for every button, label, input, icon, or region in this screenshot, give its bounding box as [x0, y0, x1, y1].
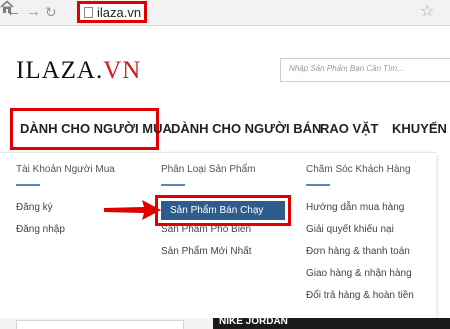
link-shopping-guide[interactable]: Hướng dẫn mua hàng — [306, 197, 414, 219]
nav-item-classifieds[interactable]: RAO VẶT — [320, 106, 379, 152]
column-title: Phân Loại Sản Phẩm — [161, 164, 256, 175]
link-login[interactable]: Đăng nhập — [16, 219, 115, 241]
link-returns-refunds[interactable]: Đổi trả hàng & hoàn tiền — [306, 285, 414, 307]
column-title-underline — [16, 184, 40, 186]
page-icon — [84, 7, 93, 18]
logo-text-main: ILAZA. — [16, 57, 104, 84]
main-nav: DÀNH CHO NGƯỜI MUA DÀNH CHO NGƯỜI BÁN RA… — [0, 106, 450, 152]
dropdown-column-customer-care: Chăm Sóc Khách Hàng Hướng dẫn mua hàng G… — [306, 163, 414, 307]
column-title-underline — [161, 184, 185, 186]
highlight-annotation-box: Sản Phẩm Bán Chạy — [155, 195, 291, 226]
column-title: Tài Khoản Người Mua — [16, 164, 115, 175]
mega-dropdown-menu: Tài Khoản Người Mua Đăng ký Đăng nhập Ph… — [0, 152, 436, 318]
dropdown-column-buyer-account: Tài Khoản Người Mua Đăng ký Đăng nhập — [16, 163, 115, 241]
star-icon[interactable]: ☆ — [420, 3, 434, 21]
link-complaints[interactable]: Giải quyết khiếu nại — [306, 219, 414, 241]
link-register[interactable]: Đăng ký — [16, 197, 115, 219]
promo-banner[interactable]: NIKE JORDAN — [213, 316, 450, 329]
search-input[interactable]: Nhập Sản Phẩm Bạn Cần Tìm... — [280, 58, 450, 82]
banner-text: NIKE JORDAN — [219, 316, 288, 327]
content-strip: NIKE JORDAN — [0, 316, 450, 329]
link-newest-products[interactable]: Sản Phẩm Mới Nhất — [161, 241, 256, 263]
link-best-selling[interactable]: Sản Phẩm Bán Chạy — [161, 201, 285, 220]
site-logo[interactable]: ILAZA.VN — [16, 56, 141, 86]
address-bar[interactable]: ilaza.vn — [77, 1, 147, 23]
address-bar-url: ilaza.vn — [97, 5, 142, 20]
reload-icon[interactable]: ↻ — [45, 3, 57, 21]
red-arrow-icon — [104, 200, 161, 220]
browser-toolbar: ← → ↻ ilaza.vn ☆ — [0, 0, 450, 26]
logo-text-accent: VN — [103, 57, 142, 84]
nav-item-buyers[interactable]: DÀNH CHO NGƯỜI MUA — [10, 108, 172, 150]
sidebar-box — [16, 320, 184, 329]
nav-item-sellers[interactable]: DÀNH CHO NGƯỜI BÁN — [171, 106, 321, 152]
back-arrow-icon[interactable]: ← — [6, 3, 21, 21]
forward-arrow-icon[interactable]: → — [26, 3, 41, 21]
column-title-underline — [306, 184, 330, 186]
link-shipping-receiving[interactable]: Giao hàng & nhận hàng — [306, 263, 414, 285]
column-title: Chăm Sóc Khách Hàng — [306, 164, 411, 175]
link-orders-payment[interactable]: Đơn hàng & thanh toán — [306, 241, 414, 263]
nav-item-promotions[interactable]: KHUYẾN MÃ — [392, 106, 450, 152]
search-placeholder: Nhập Sản Phẩm Bạn Cần Tìm... — [289, 64, 404, 73]
